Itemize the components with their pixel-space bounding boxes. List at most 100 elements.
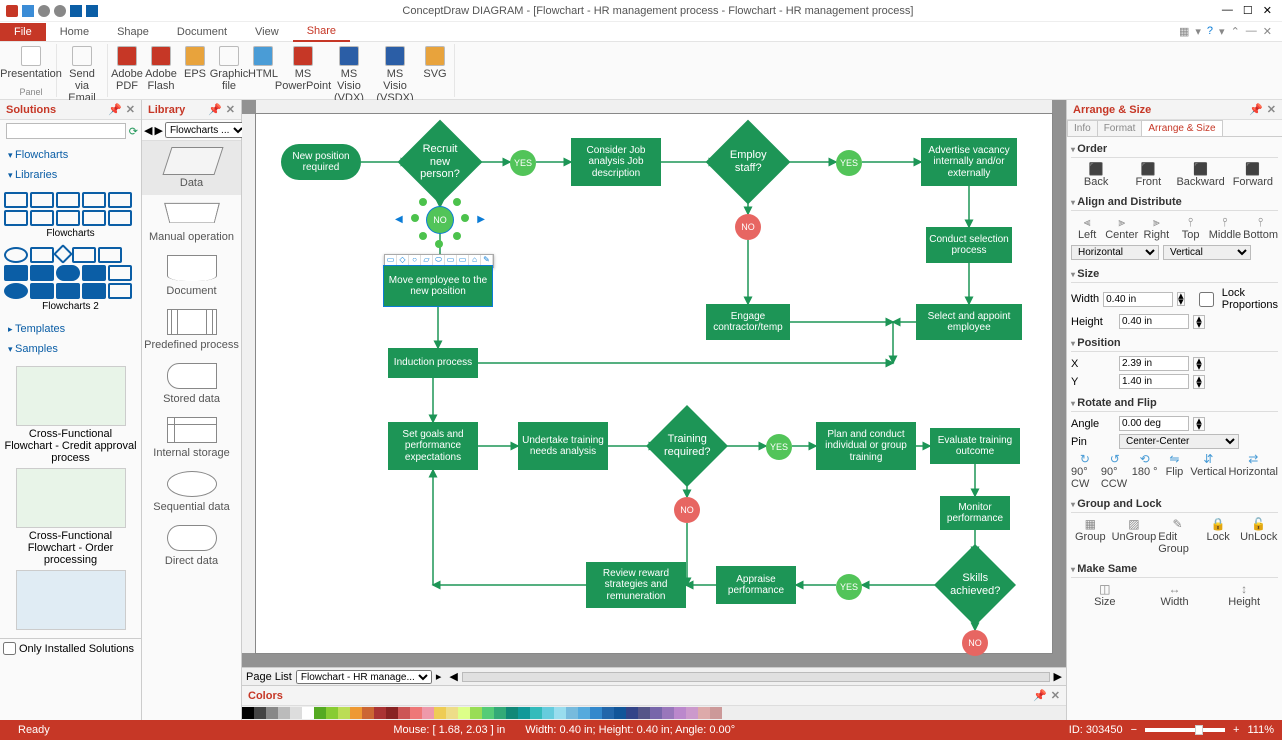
- rot-180[interactable]: ⟲180 °: [1131, 452, 1159, 490]
- lock-proportions-checkbox[interactable]: [1195, 292, 1218, 307]
- flip[interactable]: ⇋Flip: [1161, 452, 1189, 490]
- flowchart-node[interactable]: Engage contractor/temp: [706, 304, 790, 340]
- library-item-direct[interactable]: Direct data: [142, 519, 241, 573]
- color-swatch[interactable]: [626, 707, 638, 719]
- color-swatch[interactable]: [278, 707, 290, 719]
- color-swatch[interactable]: [326, 707, 338, 719]
- align-top[interactable]: ⫯Top: [1175, 215, 1207, 241]
- new-icon[interactable]: [22, 5, 34, 17]
- color-swatch[interactable]: [314, 707, 326, 719]
- color-swatch[interactable]: [410, 707, 422, 719]
- tab-home[interactable]: Home: [46, 23, 103, 41]
- maximize-button[interactable]: ☐: [1243, 4, 1253, 17]
- color-swatch[interactable]: [398, 707, 410, 719]
- visio-vdx-button[interactable]: MS Visio (VDX): [328, 44, 370, 104]
- drawing-page[interactable]: ◀ ▶ ▭◇○▱⬭▭▭⌂✎ Process New position requi…: [256, 114, 1052, 653]
- flowchart-node[interactable]: Skills achieved?: [934, 544, 1016, 626]
- flowchart-node[interactable]: Training required?: [646, 405, 728, 487]
- unlock-btn[interactable]: 🔓UnLock: [1239, 517, 1278, 555]
- color-swatch[interactable]: [506, 707, 518, 719]
- color-swatch[interactable]: [602, 707, 614, 719]
- distribute-v[interactable]: Vertical: [1163, 245, 1251, 260]
- flowchart-node[interactable]: Set goals and performance expectations: [388, 422, 478, 470]
- flowchart-node[interactable]: YES: [766, 434, 792, 460]
- thumb-1[interactable]: Cross-Functional Flowchart - Credit appr…: [4, 366, 137, 464]
- arrow-right-icon[interactable]: ▶: [477, 214, 485, 225]
- flowchart-node[interactable]: Appraise performance: [716, 566, 796, 604]
- color-swatch[interactable]: [710, 707, 722, 719]
- order-front[interactable]: ⬛Front: [1123, 162, 1173, 188]
- flowchart-node[interactable]: Evaluate training outcome: [930, 428, 1020, 464]
- color-swatch[interactable]: [698, 707, 710, 719]
- align-right[interactable]: ⫸Right: [1140, 215, 1172, 241]
- flowchart-node[interactable]: Move employee to the new position: [384, 266, 492, 306]
- undo-icon[interactable]: [38, 5, 50, 17]
- color-swatch[interactable]: [350, 707, 362, 719]
- align-bottom[interactable]: ⫯Bottom: [1243, 215, 1278, 241]
- library-item-data[interactable]: Data: [142, 141, 241, 195]
- redo-icon[interactable]: [54, 5, 66, 17]
- solutions-search-input[interactable]: [6, 123, 126, 139]
- mdi-min-icon[interactable]: —: [1246, 25, 1257, 38]
- tab-shape[interactable]: Shape: [103, 23, 163, 41]
- page-add-icon[interactable]: ▸: [436, 670, 442, 683]
- rot-90cw[interactable]: ↻90° CW: [1071, 452, 1099, 490]
- flowchart-node[interactable]: YES: [836, 574, 862, 600]
- thumb-2[interactable]: Cross-Functional Flowchart - Order proce…: [4, 468, 137, 566]
- tab-format[interactable]: Format: [1097, 120, 1143, 136]
- html-button[interactable]: HTML: [248, 44, 278, 104]
- color-swatch[interactable]: [338, 707, 350, 719]
- pin-icon[interactable]: 📌: [1033, 689, 1047, 702]
- tab-arrange[interactable]: Arrange & Size: [1141, 120, 1222, 136]
- tab-share[interactable]: Share: [293, 22, 350, 42]
- align-center[interactable]: ⫸Center: [1105, 215, 1138, 241]
- color-swatch[interactable]: [254, 707, 266, 719]
- lock-btn[interactable]: 🔒Lock: [1199, 517, 1238, 555]
- close-panel-icon[interactable]: ✕: [1051, 689, 1060, 702]
- rot-90ccw[interactable]: ↺90° CCW: [1101, 452, 1129, 490]
- close-panel-icon[interactable]: ✕: [1267, 103, 1276, 116]
- adobe-flash-button[interactable]: Adobe Flash: [146, 44, 176, 104]
- send-email-button[interactable]: Send via Email: [61, 44, 103, 104]
- flip-h[interactable]: ⇄Horizontal: [1228, 452, 1278, 490]
- page-selector[interactable]: Flowchart - HR manage...: [296, 670, 432, 684]
- eps-button[interactable]: EPS: [180, 44, 210, 104]
- only-installed-checkbox[interactable]: [3, 642, 16, 655]
- scroll-right-icon[interactable]: ▶: [1054, 670, 1062, 683]
- arrow-left-icon[interactable]: ◀: [395, 214, 403, 225]
- order-backward[interactable]: ⬛Backward: [1176, 162, 1226, 188]
- presentation-button[interactable]: Presentation: [10, 44, 52, 80]
- close-panel-icon[interactable]: ✕: [226, 103, 235, 116]
- tree-libraries[interactable]: Libraries: [6, 165, 135, 185]
- flowchart-node[interactable]: NO: [427, 207, 453, 233]
- flowchart-node[interactable]: Conduct selection process: [926, 227, 1012, 263]
- color-swatch[interactable]: [470, 707, 482, 719]
- flowchart-node[interactable]: Plan and conduct individual or group tra…: [816, 422, 916, 470]
- pin-icon[interactable]: 📌: [1249, 103, 1263, 116]
- same-size[interactable]: ◫Size: [1071, 582, 1139, 608]
- file-menu[interactable]: File: [0, 23, 46, 41]
- color-swatch[interactable]: [386, 707, 398, 719]
- library-item-internal[interactable]: Internal storage: [142, 411, 241, 465]
- color-swatch[interactable]: [494, 707, 506, 719]
- color-swatch[interactable]: [542, 707, 554, 719]
- color-swatch[interactable]: [434, 707, 446, 719]
- y-input[interactable]: [1119, 374, 1189, 389]
- flowchart-node[interactable]: Review reward strategies and remuneratio…: [586, 562, 686, 608]
- library-combo[interactable]: Flowcharts ...: [165, 122, 247, 138]
- color-swatch[interactable]: [302, 707, 314, 719]
- save-icon[interactable]: [70, 5, 82, 17]
- prev-icon[interactable]: ◀: [144, 124, 152, 137]
- flowchart-node[interactable]: NO: [674, 497, 700, 523]
- editgroup-btn[interactable]: ✎Edit Group: [1158, 517, 1197, 555]
- flowchart-node[interactable]: Monitor performance: [940, 496, 1010, 530]
- flowchart-node[interactable]: YES: [510, 150, 536, 176]
- color-swatch[interactable]: [650, 707, 662, 719]
- collapse-ribbon-icon[interactable]: ⌃: [1231, 25, 1240, 38]
- flowchart-node[interactable]: New position required: [281, 144, 361, 180]
- align-middle[interactable]: ⫯Middle: [1209, 215, 1241, 241]
- flowchart-node[interactable]: Recruit new person?: [398, 120, 483, 205]
- tree-templates[interactable]: Templates: [6, 319, 135, 339]
- color-swatch[interactable]: [674, 707, 686, 719]
- tab-document[interactable]: Document: [163, 23, 241, 41]
